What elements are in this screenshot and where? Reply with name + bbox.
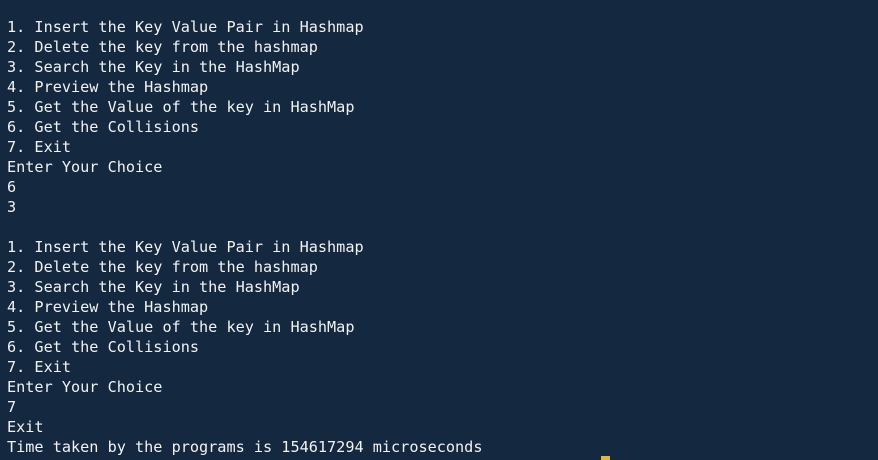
text-cursor — [601, 456, 610, 460]
output-line: Enter Your Choice — [7, 378, 163, 396]
output-line: Exit — [7, 418, 44, 436]
output-line: 4. Preview the Hashmap — [7, 298, 209, 316]
output-line: 3 — [7, 198, 17, 216]
output-line: 6 — [7, 178, 17, 196]
output-line: 7. Exit — [7, 358, 72, 376]
output-line: 3. Search the Key in the HashMap — [7, 58, 300, 76]
output-line: 2. Delete the key from the hashmap — [7, 38, 318, 56]
terminal-window[interactable]: 1. Insert the Key Value Pair in Hashmap … — [0, 0, 878, 460]
output-line: 6. Get the Collisions — [7, 118, 200, 136]
output-line: 7. Exit — [7, 138, 72, 156]
output-line: 3. Search the Key in the HashMap — [7, 278, 300, 296]
output-line: Time taken by the programs is 154617294 … — [7, 438, 483, 456]
output-line: 4. Preview the Hashmap — [7, 78, 209, 96]
output-line: 5. Get the Value of the key in HashMap — [7, 98, 355, 116]
output-line: Enter Your Choice — [7, 158, 163, 176]
output-line: 7 — [7, 398, 17, 416]
output-line: 1. Insert the Key Value Pair in Hashmap — [7, 238, 364, 256]
output-line: 5. Get the Value of the key in HashMap — [7, 318, 355, 336]
output-line: 1. Insert the Key Value Pair in Hashmap — [7, 18, 364, 36]
output-line: 6. Get the Collisions — [7, 338, 200, 356]
output-line: 2. Delete the key from the hashmap — [7, 258, 318, 276]
